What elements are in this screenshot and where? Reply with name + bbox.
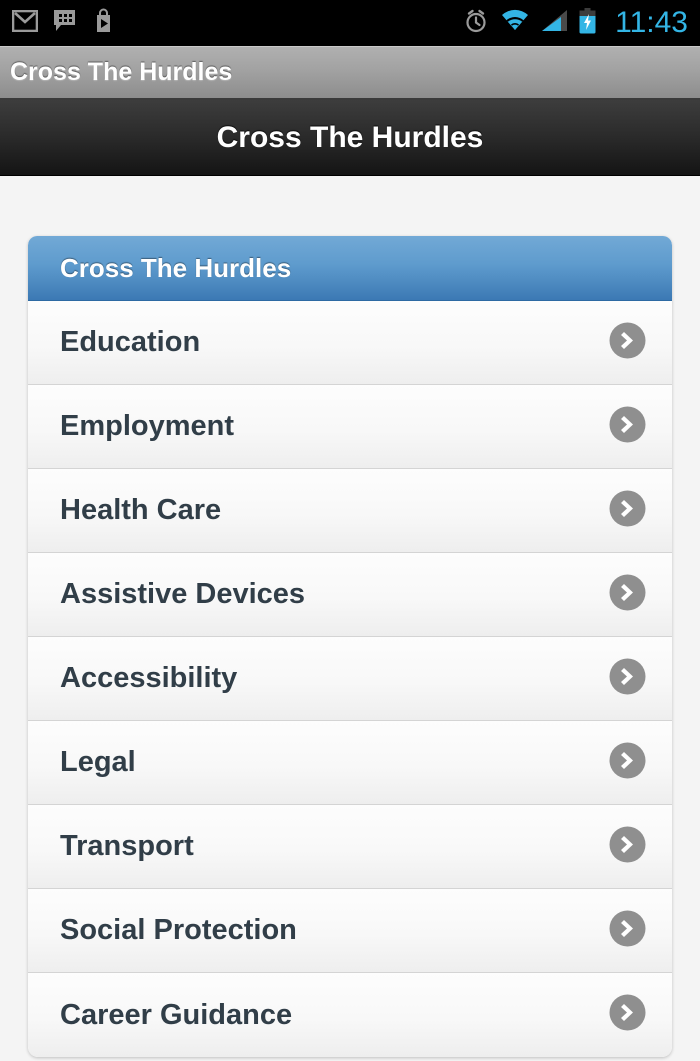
chevron-right-icon[interactable] (609, 826, 646, 868)
bbm-chat-icon (52, 9, 77, 38)
list-item-label: Transport (60, 830, 194, 862)
status-bar-clock: 11:43 (615, 6, 688, 39)
status-bar-system-icons: 11:43 (463, 6, 688, 39)
list-item-label: Health Care (60, 494, 222, 526)
cellular-signal-icon (541, 9, 568, 37)
chevron-right-icon[interactable] (609, 322, 646, 364)
chevron-right-icon[interactable] (609, 406, 646, 448)
list-item-accessibility[interactable]: Accessibility (28, 637, 672, 721)
alarm-clock-icon (463, 8, 489, 39)
content-area: Cross The Hurdles Education Employment H… (0, 176, 700, 1057)
list-header: Cross The Hurdles (28, 236, 672, 301)
android-status-bar: 11:43 (0, 0, 700, 46)
wifi-icon (500, 9, 530, 37)
chevron-right-icon[interactable] (609, 742, 646, 784)
list-item-social-protection[interactable]: Social Protection (28, 889, 672, 973)
list-item-label: Education (60, 326, 201, 358)
battery-charging-icon (579, 7, 596, 39)
list-item-label: Accessibility (60, 662, 238, 694)
window-title-bar: Cross The Hurdles (0, 46, 700, 100)
list-item-transport[interactable]: Transport (28, 805, 672, 889)
category-list-card: Cross The Hurdles Education Employment H… (28, 236, 672, 1057)
list-item-label: Employment (60, 410, 235, 442)
action-bar: Cross The Hurdles (0, 100, 700, 176)
list-item-career-guidance[interactable]: Career Guidance (28, 973, 672, 1057)
chevron-right-icon[interactable] (609, 658, 646, 700)
list-item-health-care[interactable]: Health Care (28, 469, 672, 553)
list-item-assistive-devices[interactable]: Assistive Devices (28, 553, 672, 637)
list-item-label: Social Protection (60, 914, 297, 946)
chevron-right-icon[interactable] (609, 490, 646, 532)
list-item-label: Assistive Devices (60, 578, 306, 610)
chevron-right-icon[interactable] (609, 910, 646, 952)
gmail-icon (11, 9, 39, 37)
window-title: Cross The Hurdles (10, 58, 233, 86)
list-item-legal[interactable]: Legal (28, 721, 672, 805)
category-list: Education Employment Health Care Assisti… (28, 301, 672, 1057)
list-item-education[interactable]: Education (28, 301, 672, 385)
status-bar-notification-icons[interactable] (11, 8, 116, 38)
play-store-icon (91, 8, 116, 38)
list-item-label: Career Guidance (60, 998, 293, 1031)
chevron-right-icon[interactable] (609, 574, 646, 616)
list-item-label: Legal (60, 746, 136, 778)
list-item-employment[interactable]: Employment (28, 385, 672, 469)
list-header-title: Cross The Hurdles (60, 252, 292, 283)
page-title: Cross The Hurdles (216, 120, 484, 154)
chevron-right-icon[interactable] (609, 994, 646, 1036)
app-screen: 11:43 Cross The Hurdles Cross The Hurdle… (0, 0, 700, 1061)
